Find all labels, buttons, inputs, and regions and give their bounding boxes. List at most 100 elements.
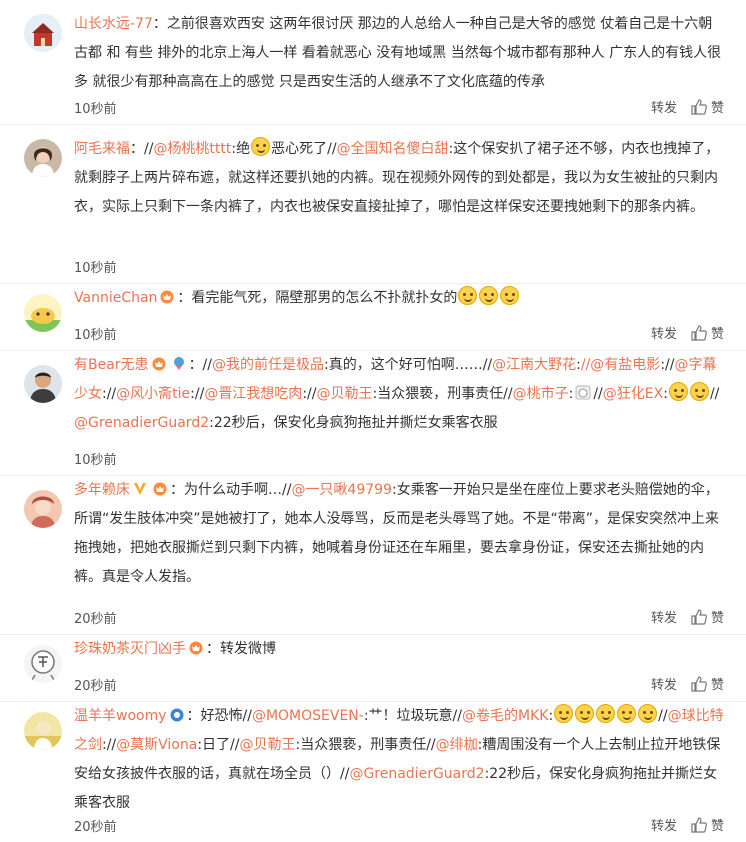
avatar[interactable] bbox=[24, 294, 62, 332]
mention-link[interactable]: @晋江我想吃肉 bbox=[204, 386, 302, 402]
mention-link[interactable]: @莫斯Viona bbox=[116, 737, 197, 753]
comment-username[interactable]: 珍珠奶茶灭门凶手 bbox=[74, 641, 186, 657]
comment-body-part: // bbox=[709, 386, 720, 402]
comment-body-part: ：// bbox=[188, 357, 212, 373]
emoji-icon bbox=[638, 704, 658, 723]
comment-body-part: :// bbox=[102, 737, 117, 753]
thumbs-up-icon bbox=[691, 98, 707, 115]
like-button[interactable]: 赞 bbox=[691, 815, 724, 834]
comment-body-part: :日了// bbox=[197, 737, 240, 753]
comment-time: 10秒前 bbox=[74, 102, 117, 117]
comment-time: 10秒前 bbox=[74, 261, 117, 276]
mention-link[interactable]: //@有盐电影 bbox=[581, 357, 660, 373]
comment-body-part: :绝 bbox=[231, 141, 251, 157]
like-label: 赞 bbox=[710, 611, 724, 626]
like-label: 赞 bbox=[710, 327, 724, 342]
repost-label: 转发 bbox=[650, 101, 677, 116]
comment-body: ：之前很喜欢西安 这两年很讨厌 那边的人总给人一种自己是大爷的感觉 仗着自己是十… bbox=[74, 16, 722, 90]
member-badge-icon bbox=[152, 357, 166, 371]
comment-actions: 转发 赞 bbox=[651, 97, 724, 116]
emoji-icon bbox=[458, 286, 478, 305]
mention-link[interactable]: @桃市子 bbox=[513, 386, 569, 402]
like-button[interactable]: 赞 bbox=[691, 674, 724, 693]
avatar-image bbox=[24, 14, 62, 52]
mention-link[interactable]: @GrenadierGuard2 bbox=[349, 766, 484, 782]
comment-body-part: :当众猥亵，刑事责任// bbox=[295, 737, 436, 753]
repost-label: 转发 bbox=[650, 678, 677, 693]
mention-link[interactable]: @全国知名傻白甜 bbox=[337, 141, 449, 157]
comment-body-part: : bbox=[663, 386, 668, 402]
mention-link[interactable]: @贝勒王 bbox=[316, 386, 372, 402]
repost-label: 转发 bbox=[650, 611, 677, 626]
like-label: 赞 bbox=[710, 819, 724, 834]
mention-link[interactable]: @江南大野花 bbox=[492, 357, 576, 373]
comment-body-part: :// bbox=[190, 386, 205, 402]
mention-link[interactable]: @我的前任是极品 bbox=[212, 357, 324, 373]
avatar[interactable] bbox=[24, 490, 62, 528]
repost-label: 转发 bbox=[650, 327, 677, 342]
repost-button[interactable]: 转发 bbox=[651, 607, 677, 626]
mention-link[interactable]: @绯枷 bbox=[436, 737, 478, 753]
comment-actions: 转发 赞 bbox=[651, 674, 724, 693]
comment-body-part: 恶心死了// bbox=[271, 141, 337, 157]
comment-text: 山长水远-77：之前很喜欢西安 这两年很讨厌 那边的人总给人一种自己是大爷的感觉… bbox=[74, 10, 726, 97]
emoji-icon bbox=[617, 704, 637, 723]
emoji-icon bbox=[251, 137, 271, 156]
repost-button[interactable]: 转发 bbox=[651, 97, 677, 116]
avatar[interactable] bbox=[24, 645, 62, 683]
like-button[interactable]: 赞 bbox=[691, 97, 724, 116]
comment-body-part: : bbox=[548, 708, 554, 724]
comment-body-part: :当众猥亵，刑事责任// bbox=[372, 386, 513, 402]
emoji-icon bbox=[479, 286, 499, 305]
mention-link[interactable]: @狂化EX bbox=[603, 386, 663, 402]
comment-body-part: :// bbox=[302, 386, 317, 402]
avatar-image bbox=[24, 365, 62, 403]
fan-badge-icon bbox=[173, 357, 184, 370]
comment-username[interactable]: VannieChan bbox=[74, 290, 157, 306]
avatar-image bbox=[24, 645, 62, 683]
like-button[interactable]: 赞 bbox=[691, 323, 724, 342]
comment-text: VannieChan ：看完能气死，隔壁那男的怎么不扑就扑女的 bbox=[74, 284, 726, 313]
mention-link[interactable]: @一只啾49799 bbox=[291, 482, 392, 498]
avatar[interactable] bbox=[24, 365, 62, 403]
mention-link[interactable]: @贝勒王 bbox=[240, 737, 296, 753]
repost-button[interactable]: 转发 bbox=[651, 674, 677, 693]
level-badge-icon bbox=[170, 708, 184, 722]
comment-username[interactable]: 山长水远-77 bbox=[74, 16, 153, 32]
comment-actions: 转发 赞 bbox=[651, 815, 724, 834]
mention-link[interactable]: @GrenadierGuard2 bbox=[74, 415, 209, 431]
comment-body-part: // bbox=[593, 386, 603, 402]
list-item: 有Bear无患 ：//@我的前任是极品:真的，这个好可怕啊……//@江南大野花:/… bbox=[0, 351, 746, 476]
repost-button[interactable]: 转发 bbox=[651, 323, 677, 342]
avatar[interactable] bbox=[24, 14, 62, 52]
avatar[interactable] bbox=[24, 712, 62, 750]
list-item: VannieChan ：看完能气死，隔壁那男的怎么不扑就扑女的 10秒前 转发 赞 bbox=[0, 284, 746, 351]
thumbs-up-icon bbox=[691, 816, 707, 833]
verified-v-icon bbox=[134, 483, 146, 495]
mention-link[interactable]: @卷毛的MKK bbox=[462, 708, 548, 724]
mention-link[interactable]: @MOMOSEVEN- bbox=[252, 708, 364, 724]
comment-body-part: :// bbox=[102, 386, 117, 402]
like-button[interactable]: 赞 bbox=[691, 607, 724, 626]
list-item: 温羊羊woomy ：好恐怖//@MOMOSEVEN-:艹！垃圾玩意//@卷毛的MK… bbox=[0, 702, 746, 842]
comment-time: 20秒前 bbox=[74, 820, 117, 835]
mention-link[interactable]: @风小斋tie bbox=[116, 386, 190, 402]
emoji-icon bbox=[500, 286, 520, 305]
comment-username[interactable]: 阿毛来福 bbox=[74, 141, 130, 157]
like-label: 赞 bbox=[710, 678, 724, 693]
comment-username[interactable]: 多年赖床 bbox=[74, 482, 130, 498]
repost-button[interactable]: 转发 bbox=[651, 815, 677, 834]
avatar[interactable] bbox=[24, 139, 62, 177]
comment-username[interactable]: 温羊羊woomy bbox=[74, 708, 167, 724]
comment-list: 山长水远-77：之前很喜欢西安 这两年很讨厌 那边的人总给人一种自己是大爷的感觉… bbox=[0, 0, 746, 842]
emoji-icon bbox=[554, 704, 574, 723]
comment-body-part: :22秒后，保安化身疯狗拖扯并撕烂女乘客衣服 bbox=[209, 415, 498, 431]
comment-text: 有Bear无患 ：//@我的前任是极品:真的，这个好可怕啊……//@江南大野花:/… bbox=[74, 351, 726, 438]
comment-username[interactable]: 有Bear无患 bbox=[74, 357, 149, 373]
thumbs-up-icon bbox=[691, 608, 707, 625]
avatar-image bbox=[24, 490, 62, 528]
comment-actions: 转发 赞 bbox=[651, 607, 724, 626]
mention-link[interactable]: @杨桃桃tttt bbox=[153, 141, 231, 157]
comment-time: 20秒前 bbox=[74, 612, 117, 627]
member-badge-icon bbox=[160, 290, 174, 304]
